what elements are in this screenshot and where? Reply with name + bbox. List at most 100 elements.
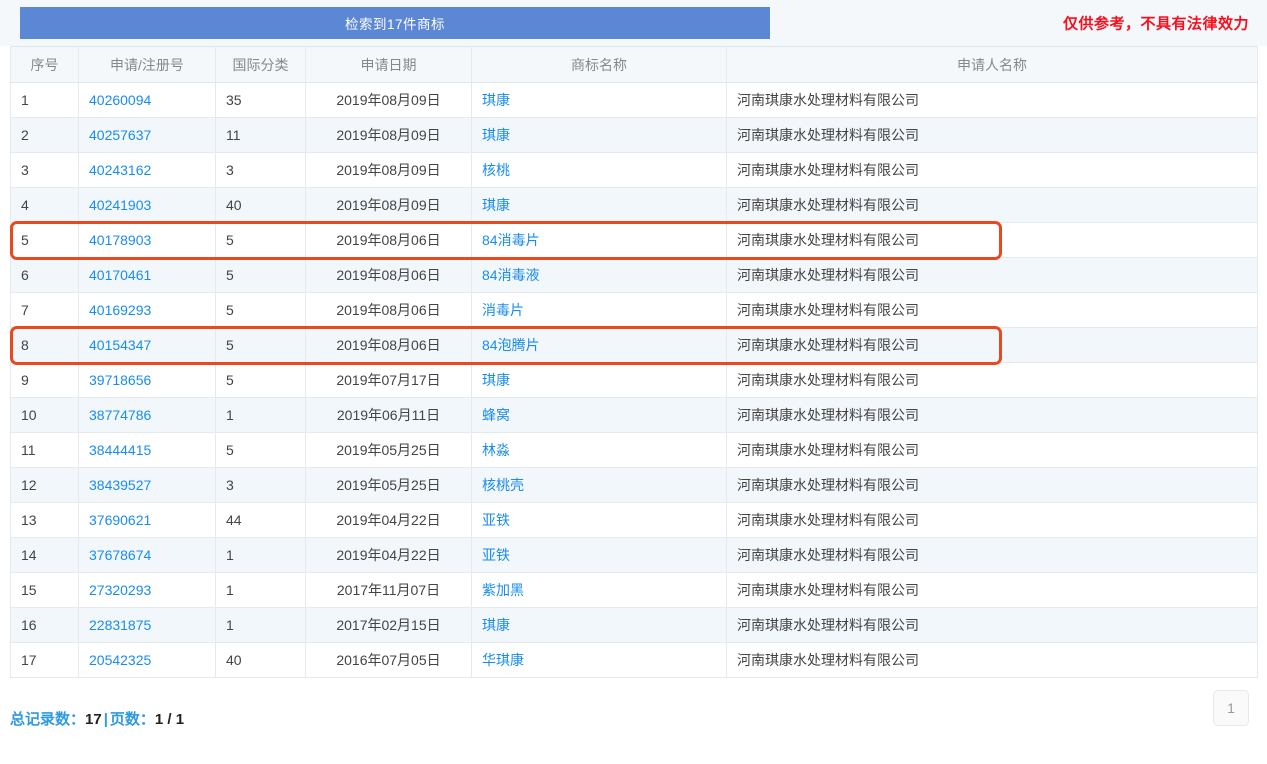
table-row[interactable]: 12 38439527 3 2019年05月25日 核桃壳 河南琪康水处理材料有限公司 — [10, 467, 1258, 503]
trademark-name-link[interactable]: 消毒片 — [482, 302, 524, 318]
table-header-row: 序号 申请/注册号 国际分类 申请日期 商标名称 申请人名称 — [10, 46, 1258, 83]
cell-trademark-name: 亚铁 — [471, 502, 727, 538]
trademark-name-link[interactable]: 林淼 — [482, 442, 510, 458]
column-header-applicant-name: 申请人名称 — [726, 46, 1258, 83]
trademark-name-link[interactable]: 琪康 — [482, 127, 510, 143]
cell-sequence: 10 — [10, 397, 79, 433]
table-row[interactable]: 14 37678674 1 2019年04月22日 亚铁 河南琪康水处理材料有限公司 — [10, 537, 1258, 573]
pagination-page-1[interactable]: 1 — [1213, 690, 1249, 726]
table-row[interactable]: 4 40241903 40 2019年08月09日 琪康 河南琪康水处理材料有限公司 — [10, 187, 1258, 223]
cell-registration-no: 40241903 — [78, 187, 216, 223]
registration-no-link[interactable]: 40257637 — [89, 127, 151, 143]
trademark-name-link[interactable]: 亚铁 — [482, 547, 510, 563]
table-row[interactable]: 2 40257637 11 2019年08月09日 琪康 河南琪康水处理材料有限公司 — [10, 117, 1258, 153]
trademark-name-link[interactable]: 琪康 — [482, 617, 510, 633]
cell-trademark-name: 核桃壳 — [471, 467, 727, 503]
cell-applicant-name: 河南琪康水处理材料有限公司 — [726, 537, 1258, 573]
registration-no-link[interactable]: 22831875 — [89, 617, 151, 633]
cell-application-date: 2019年04月22日 — [305, 502, 472, 538]
page-count-label: 页数： — [109, 710, 155, 728]
registration-no-link[interactable]: 37678674 — [89, 547, 151, 563]
cell-applicant-name: 河南琪康水处理材料有限公司 — [726, 187, 1258, 223]
cell-nice-class: 40 — [215, 187, 306, 223]
registration-no-link[interactable]: 40178903 — [89, 232, 151, 248]
registration-no-link[interactable]: 40169293 — [89, 302, 151, 318]
trademark-name-link[interactable]: 紫加黑 — [482, 582, 524, 598]
trademark-name-link[interactable]: 84泡腾片 — [482, 337, 540, 353]
registration-no-link[interactable]: 40154347 — [89, 337, 151, 353]
registration-no-link[interactable]: 40243162 — [89, 162, 151, 178]
table-row[interactable]: 8 40154347 5 2019年08月06日 84泡腾片 河南琪康水处理材料有限公司 — [10, 327, 1258, 363]
table-row[interactable]: 3 40243162 3 2019年08月09日 核桃 河南琪康水处理材料有限公司 — [10, 152, 1258, 188]
table-row[interactable]: 13 37690621 44 2019年04月22日 亚铁 河南琪康水处理材料有限公司 — [10, 502, 1258, 538]
cell-applicant-name: 河南琪康水处理材料有限公司 — [726, 222, 1258, 258]
cell-sequence: 12 — [10, 467, 79, 503]
cell-registration-no: 37678674 — [78, 537, 216, 573]
registration-no-link[interactable]: 20542325 — [89, 652, 151, 668]
table-row[interactable]: 17 20542325 40 2016年07月05日 华琪康 河南琪康水处理材料有限公司 — [10, 642, 1258, 678]
cell-trademark-name: 84泡腾片 — [471, 327, 727, 363]
trademark-name-link[interactable]: 华琪康 — [482, 652, 524, 668]
registration-no-link[interactable]: 38439527 — [89, 477, 151, 493]
cell-sequence: 4 — [10, 187, 79, 223]
cell-nice-class: 11 — [215, 117, 306, 153]
trademark-name-link[interactable]: 84消毒液 — [482, 267, 540, 283]
cell-application-date: 2019年05月25日 — [305, 467, 472, 503]
cell-applicant-name: 河南琪康水处理材料有限公司 — [726, 572, 1258, 608]
cell-nice-class: 35 — [215, 82, 306, 118]
cell-sequence: 3 — [10, 152, 79, 188]
table-row[interactable]: 16 22831875 1 2017年02月15日 琪康 河南琪康水处理材料有限公司 — [10, 607, 1258, 643]
cell-nice-class: 40 — [215, 642, 306, 678]
table-row[interactable]: 5 40178903 5 2019年08月06日 84消毒片 河南琪康水处理材料有限公司 — [10, 222, 1258, 258]
trademark-name-link[interactable]: 琪康 — [482, 372, 510, 388]
table-row[interactable]: 15 27320293 1 2017年11月07日 紫加黑 河南琪康水处理材料有限公司 — [10, 572, 1258, 608]
cell-application-date: 2019年08月06日 — [305, 222, 472, 258]
trademark-name-link[interactable]: 蜂窝 — [482, 407, 510, 423]
table-row[interactable]: 7 40169293 5 2019年08月06日 消毒片 河南琪康水处理材料有限公司 — [10, 292, 1258, 328]
pagination[interactable]: 1 — [1213, 690, 1249, 726]
table-row[interactable]: 10 38774786 1 2019年06月11日 蜂窝 河南琪康水处理材料有限公司 — [10, 397, 1258, 433]
trademark-name-link[interactable]: 核桃 — [482, 162, 510, 178]
cell-sequence: 13 — [10, 502, 79, 538]
summary-separator: | — [103, 710, 108, 728]
cell-applicant-name: 河南琪康水处理材料有限公司 — [726, 397, 1258, 433]
cell-nice-class: 3 — [215, 467, 306, 503]
table-row[interactable]: 11 38444415 5 2019年05月25日 林淼 河南琪康水处理材料有限公司 — [10, 432, 1258, 468]
cell-application-date: 2019年06月11日 — [305, 397, 472, 433]
trademark-name-link[interactable]: 琪康 — [482, 92, 510, 108]
table-header: 序号 申请/注册号 国际分类 申请日期 商标名称 申请人名称 — [10, 46, 1258, 83]
table-row[interactable]: 1 40260094 35 2019年08月09日 琪康 河南琪康水处理材料有限公司 — [10, 82, 1258, 118]
cell-sequence: 7 — [10, 292, 79, 328]
cell-applicant-name: 河南琪康水处理材料有限公司 — [726, 502, 1258, 538]
trademark-name-link[interactable]: 琪康 — [482, 197, 510, 213]
cell-applicant-name: 河南琪康水处理材料有限公司 — [726, 327, 1258, 363]
cell-registration-no: 38439527 — [78, 467, 216, 503]
registration-no-link[interactable]: 38774786 — [89, 407, 151, 423]
trademark-name-link[interactable]: 84消毒片 — [482, 232, 540, 248]
table-row[interactable]: 6 40170461 5 2019年08月06日 84消毒液 河南琪康水处理材料有限公司 — [10, 257, 1258, 293]
cell-trademark-name: 林淼 — [471, 432, 727, 468]
table-row[interactable]: 9 39718656 5 2019年07月17日 琪康 河南琪康水处理材料有限公司 — [10, 362, 1258, 398]
cell-registration-no: 40260094 — [78, 82, 216, 118]
registration-no-link[interactable]: 40260094 — [89, 92, 151, 108]
registration-no-link[interactable]: 40241903 — [89, 197, 151, 213]
cell-nice-class: 5 — [215, 292, 306, 328]
cell-trademark-name: 华琪康 — [471, 642, 727, 678]
registration-no-link[interactable]: 37690621 — [89, 512, 151, 528]
cell-registration-no: 40169293 — [78, 292, 216, 328]
registration-no-link[interactable]: 39718656 — [89, 372, 151, 388]
cell-sequence: 11 — [10, 432, 79, 468]
registration-no-link[interactable]: 27320293 — [89, 582, 151, 598]
column-header-trademark-name: 商标名称 — [471, 46, 727, 83]
cell-registration-no: 38444415 — [78, 432, 216, 468]
registration-no-link[interactable]: 38444415 — [89, 442, 151, 458]
trademark-name-link[interactable]: 核桃壳 — [482, 477, 524, 493]
registration-no-link[interactable]: 40170461 — [89, 267, 151, 283]
trademark-name-link[interactable]: 亚铁 — [482, 512, 510, 528]
cell-applicant-name: 河南琪康水处理材料有限公司 — [726, 82, 1258, 118]
cell-application-date: 2019年08月06日 — [305, 292, 472, 328]
cell-applicant-name: 河南琪康水处理材料有限公司 — [726, 607, 1258, 643]
cell-sequence: 8 — [10, 327, 79, 363]
record-summary: 总记录数：17 | 页数：1 / 1 — [10, 708, 184, 729]
legal-disclaimer-text: 仅供参考，不具有法律效力 — [1062, 15, 1249, 33]
